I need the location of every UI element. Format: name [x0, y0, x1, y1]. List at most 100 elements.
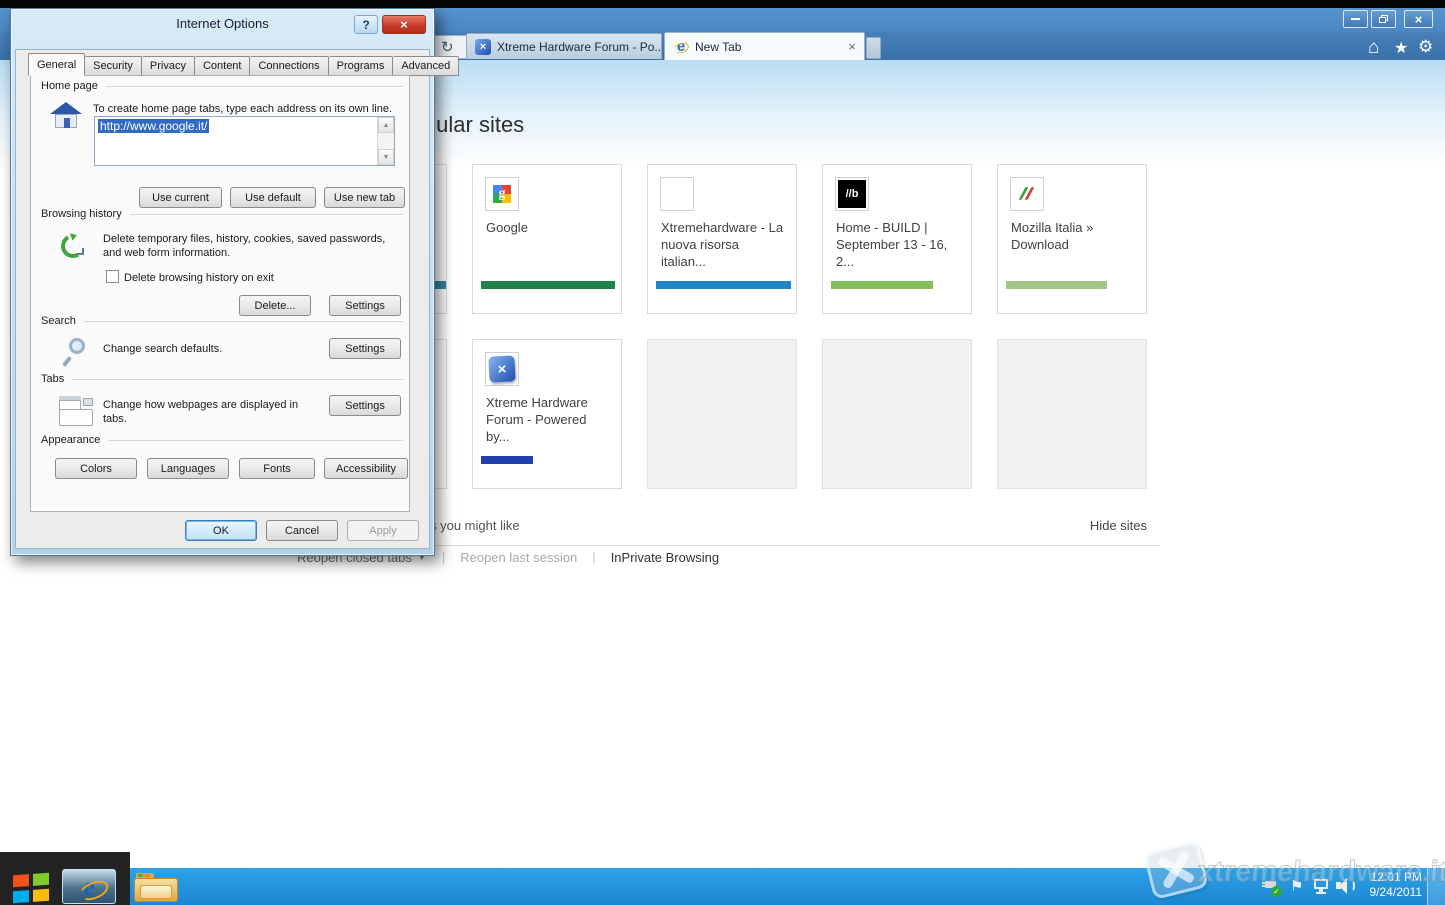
home-page-house-icon — [49, 100, 83, 132]
dialog-tab-programs[interactable]: Programs — [329, 56, 394, 76]
colors-button[interactable]: Colors — [55, 458, 137, 479]
browsing-history-description: Delete temporary files, history, cookies… — [103, 232, 395, 260]
clock-date: 9/24/2011 — [1352, 885, 1422, 900]
cancel-button[interactable]: Cancel — [266, 520, 338, 541]
windows-flag-icon — [13, 874, 29, 887]
site-tile-google[interactable]: g Google — [472, 164, 622, 314]
site-tile-empty[interactable] — [997, 339, 1147, 489]
tile-title: Xtreme Hardware Forum - Powered by... — [486, 394, 612, 445]
search-magnifier-icon — [63, 338, 93, 372]
dialog-tab-connections[interactable]: Connections — [250, 56, 328, 76]
hide-sites-link[interactable]: Hide sites — [1087, 518, 1147, 533]
taskbar-ie-button[interactable]: e — [62, 869, 116, 904]
accessibility-button[interactable]: Accessibility — [324, 458, 408, 479]
scroll-down-icon[interactable]: ▼ — [378, 149, 394, 165]
home-page-hint: To create home page tabs, type each addr… — [93, 102, 398, 116]
tray-action-center-flag-icon[interactable]: ⚑ — [1290, 877, 1303, 895]
close-window-button[interactable]: × — [1404, 10, 1433, 28]
apply-button[interactable]: Apply — [347, 520, 419, 541]
dialog-tabstrip: General Security Privacy Content Connect… — [28, 53, 459, 76]
restore-button[interactable] — [1371, 10, 1396, 28]
use-current-button[interactable]: Use current — [139, 187, 222, 208]
site-tile-build[interactable]: //b Home - BUILD | September 13 - 16, 2.… — [822, 164, 972, 314]
taskbar-clock[interactable]: 12:01 PM 9/24/2011 — [1352, 870, 1422, 900]
home-icon[interactable]: ⌂ — [1368, 37, 1379, 59]
search-group-label: Search — [41, 315, 403, 327]
show-desktop-button[interactable] — [1427, 868, 1445, 905]
dialog-tab-security[interactable]: Security — [85, 56, 142, 76]
site-tile-empty[interactable] — [647, 339, 797, 489]
dialog-body: General Security Privacy Content Connect… — [15, 49, 430, 549]
dialog-help-button[interactable]: ? — [354, 15, 378, 34]
tab-close-icon[interactable]: × — [848, 39, 856, 54]
xhw-x-icon: × — [488, 355, 515, 382]
history-settings-button[interactable]: Settings — [329, 295, 401, 316]
use-new-tab-button[interactable]: Use new tab — [324, 187, 405, 208]
favicon-box: × — [485, 352, 519, 386]
home-page-group-label: Home page — [41, 80, 403, 92]
ok-button[interactable]: OK — [185, 520, 257, 541]
browsing-history-group-label: Browsing history — [41, 208, 403, 220]
tile-title: Home - BUILD | September 13 - 16, 2... — [836, 219, 962, 270]
dialog-tab-content[interactable]: Content — [195, 56, 251, 76]
build-favicon: //b — [838, 180, 866, 208]
tab-title: New Tab — [695, 40, 840, 54]
search-description: Change search defaults. — [103, 342, 303, 356]
tabs-settings-button[interactable]: Settings — [329, 395, 401, 416]
dialog-tab-advanced[interactable]: Advanced — [393, 56, 459, 76]
minimize-button[interactable] — [1343, 10, 1368, 28]
site-tile-xhw-forum[interactable]: × Xtreme Hardware Forum - Powered by... — [472, 339, 622, 489]
tray-network-icon[interactable] — [1312, 877, 1332, 895]
favorites-star-icon[interactable]: ★ — [1394, 38, 1408, 58]
usb-check-badge: ✓ — [1271, 886, 1282, 897]
mozilla-italia-favicon — [1017, 184, 1037, 204]
minimize-icon — [1351, 18, 1360, 20]
site-tile-xtremehardware[interactable]: Xtremehardware - La nuova risorsa italia… — [647, 164, 797, 314]
delete-history-checkbox[interactable] — [106, 270, 119, 283]
clock-time: 12:01 PM — [1352, 870, 1422, 885]
appearance-group-label: Appearance — [41, 434, 403, 446]
tabs-description: Change how webpages are displayed in tab… — [103, 398, 313, 426]
site-tile-mozilla-italia[interactable]: Mozilla Italia » Download — [997, 164, 1147, 314]
favicon-box: //b — [835, 177, 869, 211]
delete-history-checkbox-label[interactable]: Delete browsing history on exit — [124, 271, 364, 285]
use-default-button[interactable]: Use default — [230, 187, 316, 208]
taskbar-explorer-button[interactable] — [134, 873, 178, 902]
scroll-up-icon[interactable]: ▲ — [378, 117, 394, 133]
popularity-bar — [481, 281, 615, 289]
new-tab-button[interactable] — [866, 37, 881, 59]
close-icon: × — [1415, 13, 1423, 26]
delete-button[interactable]: Delete... — [239, 295, 311, 316]
tab-new-tab[interactable]: e New Tab × — [664, 32, 865, 60]
link-separator: | — [442, 550, 445, 565]
tab-xtreme-hardware-forum[interactable]: × Xtreme Hardware Forum - Po... — [466, 33, 662, 59]
start-button[interactable] — [13, 873, 49, 904]
dialog-tab-privacy[interactable]: Privacy — [142, 56, 195, 76]
xhw-x-icon: × — [475, 39, 491, 55]
screen: × ▾ ↻ × Xtreme Hardware Forum - Po... e … — [0, 0, 1445, 905]
tile-title: Xtremehardware - La nuova risorsa italia… — [661, 219, 787, 270]
search-settings-button[interactable]: Settings — [329, 338, 401, 359]
popularity-bar — [831, 281, 933, 289]
homepage-url-value: http://www.google.it/ — [98, 119, 209, 133]
dialog-tab-general[interactable]: General — [28, 53, 85, 76]
google-favicon: g — [493, 185, 511, 203]
general-tab-panel: Home page To create home page tabs, type… — [30, 75, 410, 512]
you-might-like-text: s you might like — [430, 518, 520, 533]
tools-gear-icon[interactable]: ⚙ — [1418, 37, 1433, 57]
dialog-close-button[interactable]: × — [382, 15, 426, 34]
languages-button[interactable]: Languages — [147, 458, 229, 479]
favicon-box: g — [485, 177, 519, 211]
textarea-scrollbar[interactable]: ▲ ▼ — [377, 117, 394, 165]
popularity-bar — [656, 281, 791, 289]
tile-title: Google — [486, 219, 612, 236]
reopen-last-session-link[interactable]: Reopen last session — [460, 550, 577, 565]
site-tile-empty[interactable] — [822, 339, 972, 489]
tray-usb-icon[interactable]: ✓ — [1262, 877, 1282, 897]
taskbar — [0, 868, 1445, 905]
inprivate-browsing-link[interactable]: InPrivate Browsing — [611, 550, 719, 565]
tabs-icon — [59, 396, 95, 428]
browsing-history-icon — [61, 234, 93, 266]
fonts-button[interactable]: Fonts — [239, 458, 315, 479]
homepage-url-textarea[interactable]: http://www.google.it/ ▲ ▼ — [94, 116, 395, 166]
